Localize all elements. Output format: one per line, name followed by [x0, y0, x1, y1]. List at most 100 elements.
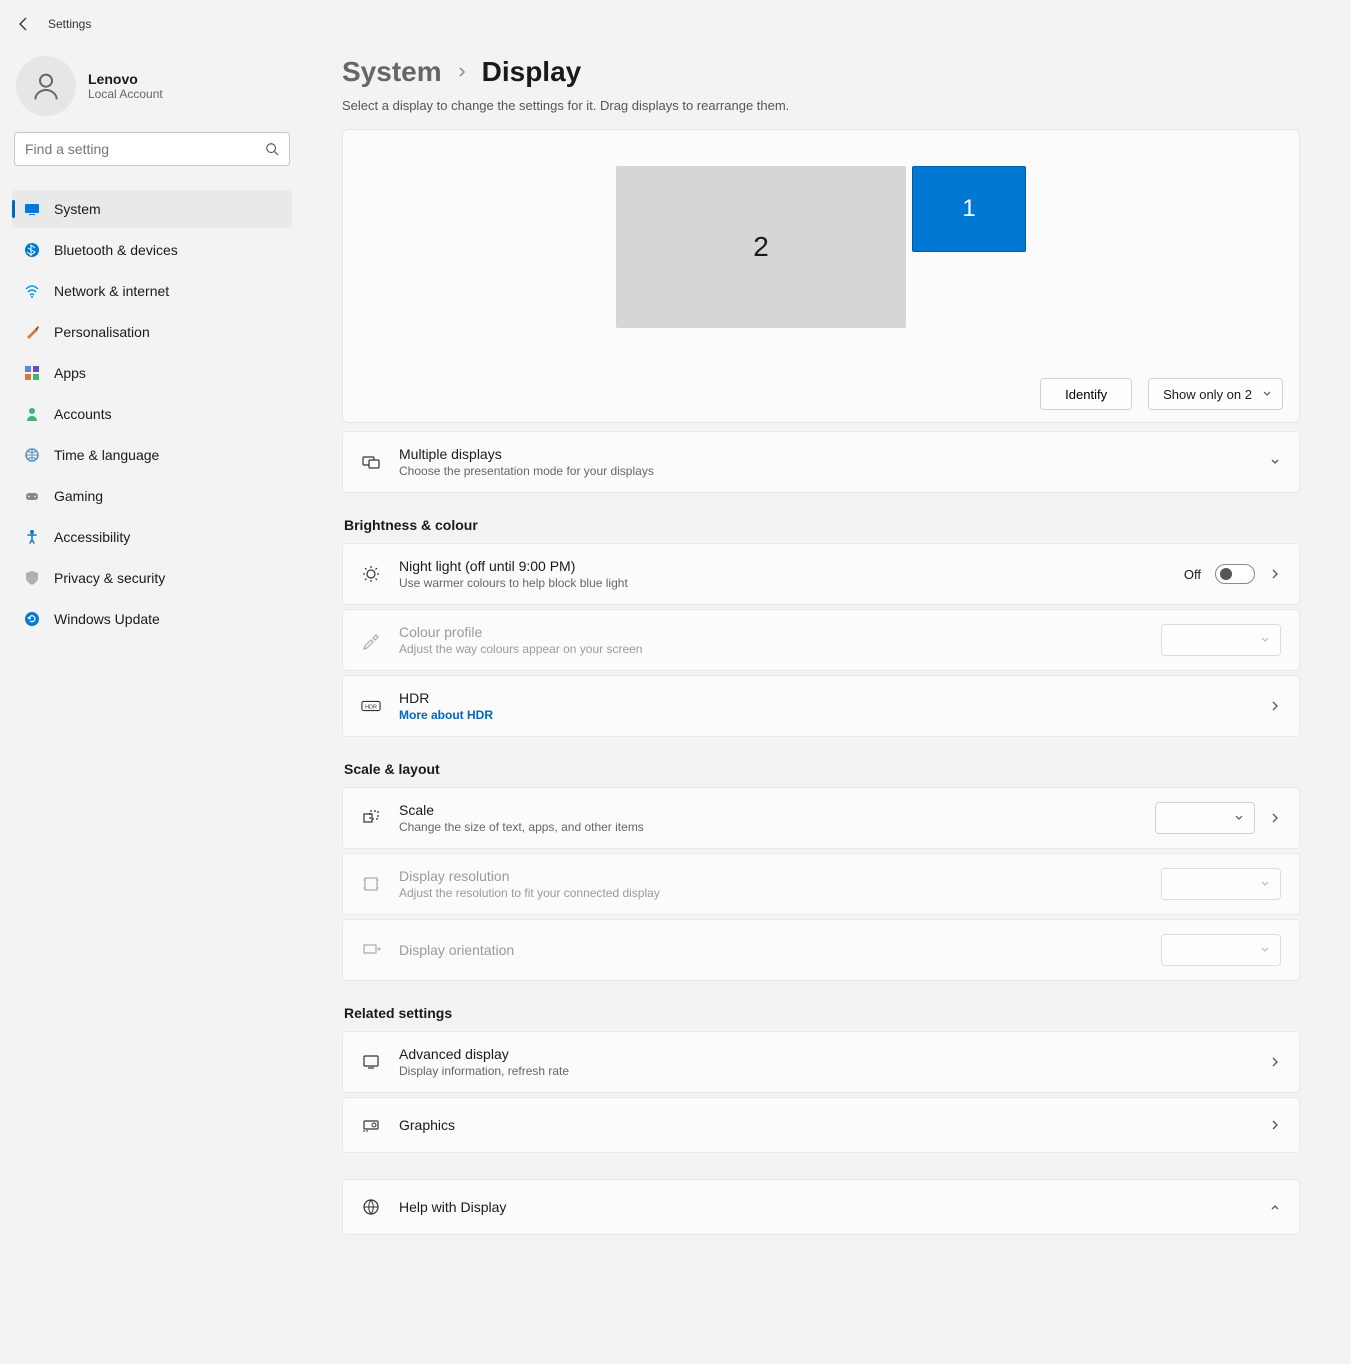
- brush-icon: [24, 324, 40, 340]
- help-globe-icon: [361, 1197, 381, 1217]
- breadcrumb-current: Display: [482, 56, 582, 88]
- graphics-row[interactable]: Graphics: [342, 1097, 1300, 1153]
- chevron-right-icon[interactable]: [1269, 1056, 1281, 1068]
- resolution-dropdown: [1161, 868, 1281, 900]
- chevron-down-icon: [1260, 635, 1270, 645]
- hdr-more-link[interactable]: More about HDR: [399, 708, 1251, 722]
- section-scale: Scale & layout: [344, 761, 1300, 777]
- monitor-icon: [361, 1052, 381, 1072]
- identify-button[interactable]: Identify: [1040, 378, 1132, 410]
- update-icon: [24, 611, 40, 627]
- scale-dropdown[interactable]: [1155, 802, 1255, 834]
- dropdown-value: Show only on 2: [1163, 387, 1252, 402]
- card-subtitle: Display information, refresh rate: [399, 1064, 1251, 1078]
- scale-row[interactable]: Scale Change the size of text, apps, and…: [342, 787, 1300, 849]
- graphics-card-icon: [361, 1115, 381, 1135]
- nav-label: Privacy & security: [54, 570, 165, 586]
- profile-subtitle: Local Account: [88, 87, 163, 101]
- avatar: [16, 56, 76, 116]
- chevron-down-icon: [1260, 945, 1270, 955]
- nav-label: Network & internet: [54, 283, 169, 299]
- chevron-right-icon: [456, 66, 468, 78]
- nav-windows-update[interactable]: Windows Update: [12, 600, 292, 638]
- accessibility-icon: [24, 529, 40, 545]
- card-title: HDR: [399, 690, 1251, 706]
- night-light-icon: [361, 564, 381, 584]
- nav-bluetooth[interactable]: Bluetooth & devices: [12, 231, 292, 269]
- card-subtitle: Change the size of text, apps, and other…: [399, 820, 1137, 834]
- chevron-down-icon: [1269, 456, 1281, 468]
- card-title: Display orientation: [399, 942, 1143, 958]
- main-content: System Display Select a display to chang…: [296, 48, 1316, 1255]
- nav-label: Time & language: [54, 447, 159, 463]
- window-title: Settings: [48, 17, 91, 31]
- nav-apps[interactable]: Apps: [12, 354, 292, 392]
- display-arrangement-panel: 2 1 Identify Show only on 2: [342, 129, 1300, 423]
- monitor-2[interactable]: 2: [616, 166, 906, 328]
- display-icon: [24, 201, 40, 217]
- nav-time-language[interactable]: Time & language: [12, 436, 292, 474]
- profile-name: Lenovo: [88, 71, 163, 87]
- advanced-display-row[interactable]: Advanced display Display information, re…: [342, 1031, 1300, 1093]
- shield-icon: [24, 570, 40, 586]
- card-title: Help with Display: [399, 1199, 1251, 1215]
- card-subtitle: Adjust the way colours appear on your sc…: [399, 642, 1143, 656]
- nav-label: Bluetooth & devices: [54, 242, 178, 258]
- card-title: Night light (off until 9:00 PM): [399, 558, 1166, 574]
- display-mode-dropdown[interactable]: Show only on 2: [1148, 378, 1283, 410]
- nav-system[interactable]: System: [12, 190, 292, 228]
- night-light-toggle[interactable]: [1215, 564, 1255, 584]
- eyedropper-icon: [361, 630, 381, 650]
- breadcrumb-parent[interactable]: System: [342, 56, 442, 88]
- colour-profile-row: Colour profile Adjust the way colours ap…: [342, 609, 1300, 671]
- resolution-icon: [361, 874, 381, 894]
- chevron-right-icon[interactable]: [1269, 700, 1281, 712]
- section-related: Related settings: [344, 1005, 1300, 1021]
- hdr-row[interactable]: HDR HDR More about HDR: [342, 675, 1300, 737]
- nav-label: System: [54, 201, 101, 217]
- globe-clock-icon: [24, 447, 40, 463]
- nav-label: Windows Update: [54, 611, 160, 627]
- back-arrow-icon[interactable]: [16, 16, 32, 32]
- card-subtitle: Choose the presentation mode for your di…: [399, 464, 1251, 478]
- multiple-displays-icon: [361, 452, 381, 472]
- nav-label: Accessibility: [54, 529, 130, 545]
- night-light-row[interactable]: Night light (off until 9:00 PM) Use warm…: [342, 543, 1300, 605]
- chevron-down-icon: [1260, 879, 1270, 889]
- scale-icon: [361, 808, 381, 828]
- section-brightness: Brightness & colour: [344, 517, 1300, 533]
- nav-network[interactable]: Network & internet: [12, 272, 292, 310]
- page-subtitle: Select a display to change the settings …: [342, 98, 1300, 113]
- nav-label: Personalisation: [54, 324, 150, 340]
- gamepad-icon: [24, 488, 40, 504]
- person-icon: [24, 406, 40, 422]
- monitor-1[interactable]: 1: [912, 166, 1026, 252]
- titlebar: Settings: [0, 0, 1351, 48]
- bluetooth-icon: [24, 242, 40, 258]
- chevron-down-icon: [1262, 389, 1272, 399]
- chevron-up-icon[interactable]: [1269, 1201, 1281, 1213]
- hdr-icon: HDR: [361, 696, 381, 716]
- nav-privacy[interactable]: Privacy & security: [12, 559, 292, 597]
- nav-gaming[interactable]: Gaming: [12, 477, 292, 515]
- nav-accessibility[interactable]: Accessibility: [12, 518, 292, 556]
- resolution-row: Display resolution Adjust the resolution…: [342, 853, 1300, 915]
- card-title: Display resolution: [399, 868, 1143, 884]
- nav-personalisation[interactable]: Personalisation: [12, 313, 292, 351]
- orientation-icon: [361, 940, 381, 960]
- nav-accounts[interactable]: Accounts: [12, 395, 292, 433]
- card-title: Advanced display: [399, 1046, 1251, 1062]
- sidebar: Lenovo Local Account System Bluetooth & …: [12, 48, 296, 1255]
- search-input[interactable]: [25, 141, 265, 157]
- search-settings-box[interactable]: [14, 132, 290, 166]
- display-arrangement-area[interactable]: 2 1: [359, 154, 1283, 354]
- profile[interactable]: Lenovo Local Account: [12, 48, 292, 132]
- card-subtitle: Use warmer colours to help block blue li…: [399, 576, 1166, 590]
- chevron-right-icon[interactable]: [1269, 1119, 1281, 1131]
- multiple-displays-row[interactable]: Multiple displays Choose the presentatio…: [342, 431, 1300, 493]
- chevron-right-icon[interactable]: [1269, 812, 1281, 824]
- chevron-right-icon[interactable]: [1269, 568, 1281, 580]
- nav-label: Gaming: [54, 488, 103, 504]
- svg-text:HDR: HDR: [365, 705, 377, 711]
- help-display-row[interactable]: Help with Display: [342, 1179, 1300, 1235]
